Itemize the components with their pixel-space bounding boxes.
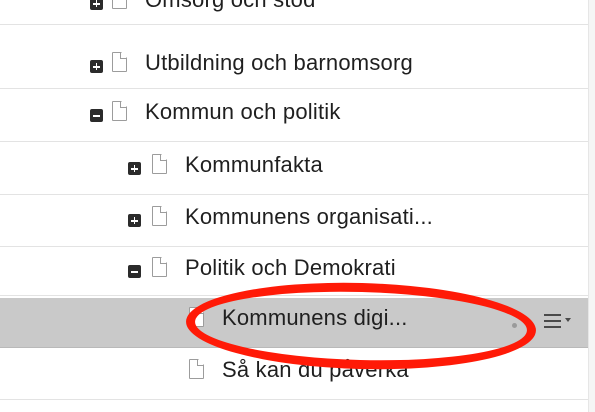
expand-icon[interactable] [128, 162, 141, 175]
tree-node-label: Kommunens organisati... [185, 204, 433, 229]
expand-icon[interactable] [90, 0, 103, 10]
document-icon [152, 257, 167, 277]
scrollbar-track[interactable] [588, 0, 595, 412]
tree-node-kommunens-digi[interactable]: Kommunens digi... [0, 298, 588, 348]
tree-node-label: Kommunens digi... [222, 305, 408, 330]
page-tree: Omsorg och stöd Utbildning och barnomsor… [0, 0, 595, 412]
document-icon [189, 307, 204, 327]
document-icon [152, 154, 167, 174]
tree-node-label: Omsorg och stöd [145, 0, 316, 13]
document-icon [112, 101, 127, 121]
tree-node-utbildning-och-barnomsorg[interactable]: Utbildning och barnomsorg [0, 43, 588, 89]
tree-node-kommun-och-politik[interactable]: Kommun och politik [0, 92, 588, 142]
tree-node-sa-kan-du-paverka[interactable]: Så kan du påverka [0, 350, 588, 400]
drag-handle-dot [512, 323, 517, 328]
collapse-icon[interactable] [90, 109, 103, 122]
expand-icon[interactable] [90, 60, 103, 73]
document-icon [112, 52, 127, 72]
document-icon [152, 206, 167, 226]
tree-node-label: Utbildning och barnomsorg [145, 50, 413, 75]
document-icon [112, 0, 127, 9]
tree-node-omsorg-och-stod[interactable]: Omsorg och stöd [0, 0, 588, 25]
document-icon [189, 359, 204, 379]
expand-icon[interactable] [128, 214, 141, 227]
tree-node-label: Kommun och politik [145, 99, 341, 124]
collapse-icon[interactable] [128, 265, 141, 278]
tree-node-label: Politik och Demokrati [185, 255, 396, 280]
tree-node-kommunfakta[interactable]: Kommunfakta [0, 145, 588, 195]
tree-node-politik-och-demokrati[interactable]: Politik och Demokrati [0, 248, 588, 296]
hamburger-menu-icon[interactable] [544, 313, 571, 329]
tree-node-label: Så kan du påverka [222, 357, 409, 382]
tree-node-label: Kommunfakta [185, 152, 323, 177]
tree-node-kommunens-organisation[interactable]: Kommunens organisati... [0, 197, 588, 247]
